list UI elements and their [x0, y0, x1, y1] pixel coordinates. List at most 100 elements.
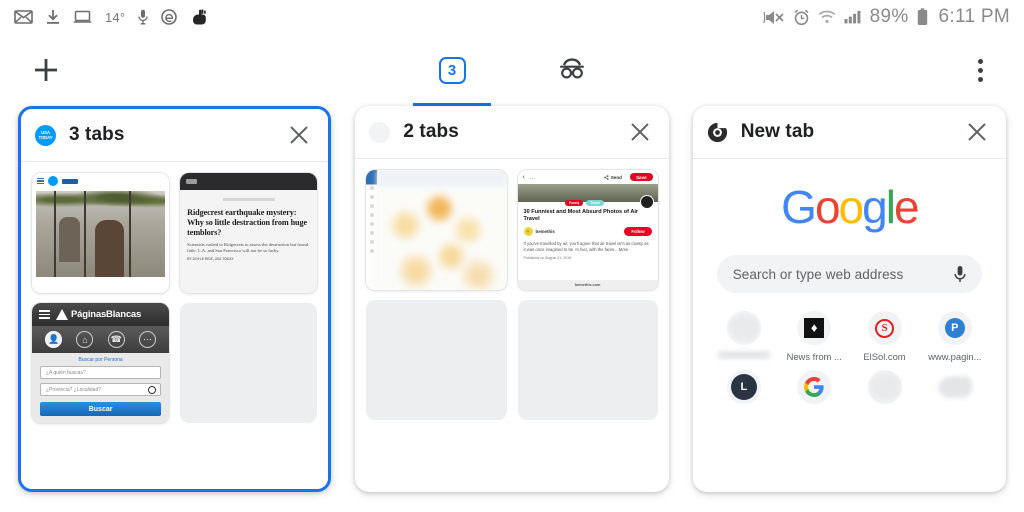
card-header: New tab: [692, 106, 1007, 159]
pin-author-row: ★ bemethis Follow: [518, 223, 658, 236]
pb-search-who-input[interactable]: ¿A quién buscas?: [40, 366, 162, 379]
tab-thumbnail-article[interactable]: Ridgecrest earthquake mystery: Why so li…: [180, 173, 318, 293]
ad-label: [222, 198, 275, 201]
elsol-icon: S: [867, 311, 902, 345]
photo-branch: [83, 191, 86, 277]
logo-letter: o: [814, 181, 841, 233]
usatoday-favicon: USA TODAY: [35, 124, 56, 146]
shortcut-label: ElSol.com: [863, 351, 906, 362]
status-bar: 14° 89% 6:11 PM: [0, 0, 1024, 34]
tab-thumbnail-placeholder: [180, 303, 318, 423]
shortcut-tile[interactable]: L: [709, 370, 779, 410]
tab-mode-tabs: 3: [0, 34, 1024, 106]
pb-subtitle-link: Persona: [104, 357, 123, 363]
shortcut-tile[interactable]: S ElSol.com: [849, 311, 919, 362]
google-logo: Google: [709, 181, 990, 233]
tab-regular-tabs[interactable]: 3: [413, 34, 491, 106]
card-title: 2 tabs: [403, 121, 459, 142]
l-icon: L: [726, 370, 761, 404]
pin-footer: bemethis.com: [517, 280, 658, 290]
logo-letter: G: [781, 181, 817, 233]
faint-favicon: [369, 121, 391, 143]
send-button[interactable]: Send: [603, 174, 622, 180]
usatoday-wordmark: [62, 178, 78, 184]
back-icon[interactable]: ‹: [523, 174, 525, 181]
mic-icon[interactable]: [954, 265, 966, 284]
card-header: USA TODAY 3 tabs: [21, 109, 329, 162]
card-title: New tab: [740, 121, 815, 142]
menu-dot: [977, 58, 983, 64]
article-body: Scientists rushed to Ridgecrest to asses…: [187, 242, 308, 254]
tab-switcher-toolbar: 3: [0, 34, 1024, 106]
favicon-text: USA TODAY: [38, 130, 53, 140]
overflow-menu-button[interactable]: [958, 42, 1002, 98]
pb-search-where-input[interactable]: ¿Provincia? ¿Localidad?: [40, 383, 162, 396]
send-label: Send: [610, 174, 622, 180]
tab-thumbnail-pinterest[interactable]: ‹ … Send Save Funny Travel 30 Funniest a…: [517, 170, 658, 290]
more-icon[interactable]: ⋯: [138, 331, 156, 348]
close-icon[interactable]: [960, 115, 994, 149]
tab-thumbnail-usatoday[interactable]: [32, 173, 170, 293]
shortcut-tile[interactable]: [920, 370, 990, 410]
tab-count-badge: 3: [438, 56, 466, 84]
tab-thumbnail-blurred[interactable]: [366, 170, 507, 290]
photo-branch: [129, 191, 131, 277]
shortcut-tile[interactable]: P www.pagin...: [920, 311, 990, 362]
page-content: [377, 170, 507, 290]
save-button[interactable]: Save: [629, 172, 653, 182]
article-content: Ridgecrest earthquake mystery: Why so li…: [180, 190, 318, 293]
tab-thumbnail-paginasblancas[interactable]: PáginasBlancas 👤 ⌂ ☎ ⋯ Buscar por Person…: [32, 303, 170, 423]
mail-icon: [14, 10, 33, 24]
phone-icon[interactable]: ☎: [107, 331, 125, 348]
hamburger-icon: [37, 178, 44, 184]
battery-icon: [917, 8, 928, 26]
pb-brand-prefix: Páginas: [71, 309, 107, 320]
new-tab-button[interactable]: [18, 42, 74, 98]
close-icon[interactable]: [623, 115, 657, 149]
tab-thumbnail-placeholder: [366, 300, 507, 420]
battery-percent-label: 89%: [869, 6, 909, 27]
share-icon: [603, 174, 609, 180]
tab-incognito[interactable]: [533, 34, 611, 106]
more-icon[interactable]: …: [529, 174, 537, 181]
article-byline: BY DOYLE RICE, USA TODAY: [187, 257, 234, 262]
status-bar-left: 14°: [14, 8, 208, 26]
shortcut-label: [717, 351, 770, 359]
card-thumbnail-grid: Ridgecrest earthquake mystery: Why so li…: [21, 162, 329, 489]
alarm-icon: [793, 9, 810, 26]
save-label: Save: [635, 174, 647, 180]
tab-thumbnail-placeholder: [517, 300, 658, 420]
tab-group-card[interactable]: 2 tabs ‹ … Send Save Funny Travel 30 Fun…: [355, 106, 669, 492]
follow-button[interactable]: Follow: [624, 227, 652, 236]
tab-group-card[interactable]: USA TODAY 3 tabs Ridgecrest earthquake m…: [18, 106, 332, 492]
card-title: 3 tabs: [69, 124, 125, 145]
news-icon: ♦: [797, 311, 832, 345]
shortcut-tile[interactable]: [779, 370, 849, 410]
pin-tag: Travel: [586, 200, 605, 206]
pb-logo: PáginasBlancas: [56, 309, 141, 320]
card-thumbnail-grid: ‹ … Send Save Funny Travel 30 Funniest a…: [355, 159, 669, 486]
pin-published: Published on August 21, 2019: [523, 256, 572, 261]
mic-icon: [138, 9, 148, 25]
tab-group-card[interactable]: New tab Google Search or type web addres…: [692, 106, 1007, 492]
close-icon[interactable]: [282, 118, 316, 152]
blurred-page: [366, 170, 507, 290]
photo-door: [95, 220, 124, 277]
search-input[interactable]: Search or type web address: [716, 255, 983, 293]
shortcut-tile[interactable]: ♦ News from ...: [779, 311, 849, 362]
home-icon[interactable]: ⌂: [76, 331, 94, 348]
shortcut-tile[interactable]: [849, 370, 919, 410]
clock-label: 6:11 PM: [938, 6, 1010, 27]
logo-letter: o: [838, 181, 865, 233]
logo-letter: l: [885, 181, 896, 233]
download-icon: [46, 9, 60, 25]
article-photo: [36, 191, 166, 277]
wifi-icon: [818, 10, 836, 24]
location-icon[interactable]: [148, 385, 157, 394]
pb-search-button[interactable]: Buscar: [40, 402, 162, 416]
person-icon[interactable]: 👤: [45, 331, 63, 348]
photo-branch: [54, 191, 57, 277]
shortcut-tile[interactable]: [709, 311, 779, 362]
pinterest-pin: ‹ … Send Save Funny Travel 30 Funniest a…: [517, 170, 658, 290]
chrome-favicon: [707, 122, 728, 143]
